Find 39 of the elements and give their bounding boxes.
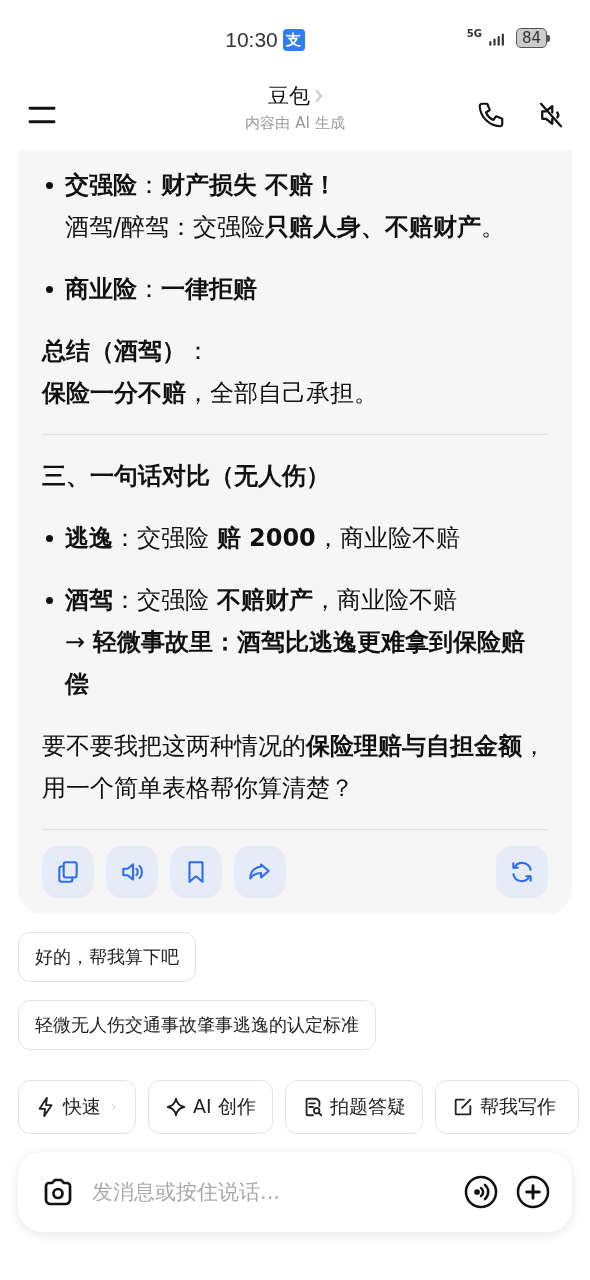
speaker-button[interactable] <box>106 846 158 898</box>
voice-icon[interactable] <box>462 1173 500 1211</box>
app-notification-icon: 支 <box>282 29 305 51</box>
copy-icon <box>55 859 81 885</box>
suggestion-chip[interactable]: 轻微无人伤交通事故肇事逃逸的认定标准 <box>18 1000 376 1050</box>
answer-text: 商业险：一律拒赔 <box>65 274 258 305</box>
clock-time: 10:30 <box>225 28 278 52</box>
answer-text: 交强险：财产损失 不赔！ <box>65 170 339 201</box>
refresh-button[interactable] <box>496 846 548 898</box>
bullet-icon <box>46 597 53 604</box>
shortcut-chip[interactable]: AI 创作 <box>148 1080 273 1134</box>
answer-text: → 轻微事故里：酒驾比逃逸更难拿到保险赔偿 <box>65 627 526 700</box>
plus-icon[interactable] <box>514 1173 552 1211</box>
shortcut-chip[interactable]: 拍题答疑 <box>284 1080 423 1134</box>
bullet-icon <box>46 182 53 189</box>
bullet-icon <box>46 535 53 542</box>
answer-text: 酒驾：交强险 不赔财产，商业险不赔 <box>65 585 458 616</box>
chevron-icon <box>312 88 323 104</box>
chat-title[interactable]: 豆包 <box>267 82 323 110</box>
sparkle-icon <box>165 1096 187 1118</box>
battery-icon: 84 <box>515 28 550 48</box>
answer-text: 酒驾/醉驾：交强险只赔人身、不赔财产。 <box>65 212 507 243</box>
refresh-icon <box>509 859 535 885</box>
bookmark-button[interactable] <box>170 846 222 898</box>
shortcut-chip[interactable]: 快速 <box>18 1080 136 1134</box>
bullet-icon <box>46 286 53 293</box>
answer-text: 保险一分不赔，全部自己承担。 <box>42 378 379 409</box>
subtitle: 内容由 AI 生成 <box>245 114 345 133</box>
share-button[interactable] <box>234 846 286 898</box>
section-heading: 三、一句话对比（无人伤） <box>42 461 331 492</box>
suggestion-chip[interactable]: 好的，帮我算下吧 <box>18 932 196 982</box>
answer-text: 逃逸：交强险 赔 2000，商业险不赔 <box>65 523 461 554</box>
shortcut-chip[interactable]: 帮我写作 <box>434 1080 579 1134</box>
copy-button[interactable] <box>42 846 94 898</box>
answer-text: 总结（酒驾）： <box>42 336 211 367</box>
network-type: 5G <box>466 28 482 39</box>
message-field[interactable]: 发消息或按住说话... <box>90 1179 448 1205</box>
phone-icon[interactable] <box>476 100 506 130</box>
answer-text: 要不要我把这两种情况的保险理赔与自担金额，用一个简单表格帮你算清楚？ <box>42 731 547 804</box>
